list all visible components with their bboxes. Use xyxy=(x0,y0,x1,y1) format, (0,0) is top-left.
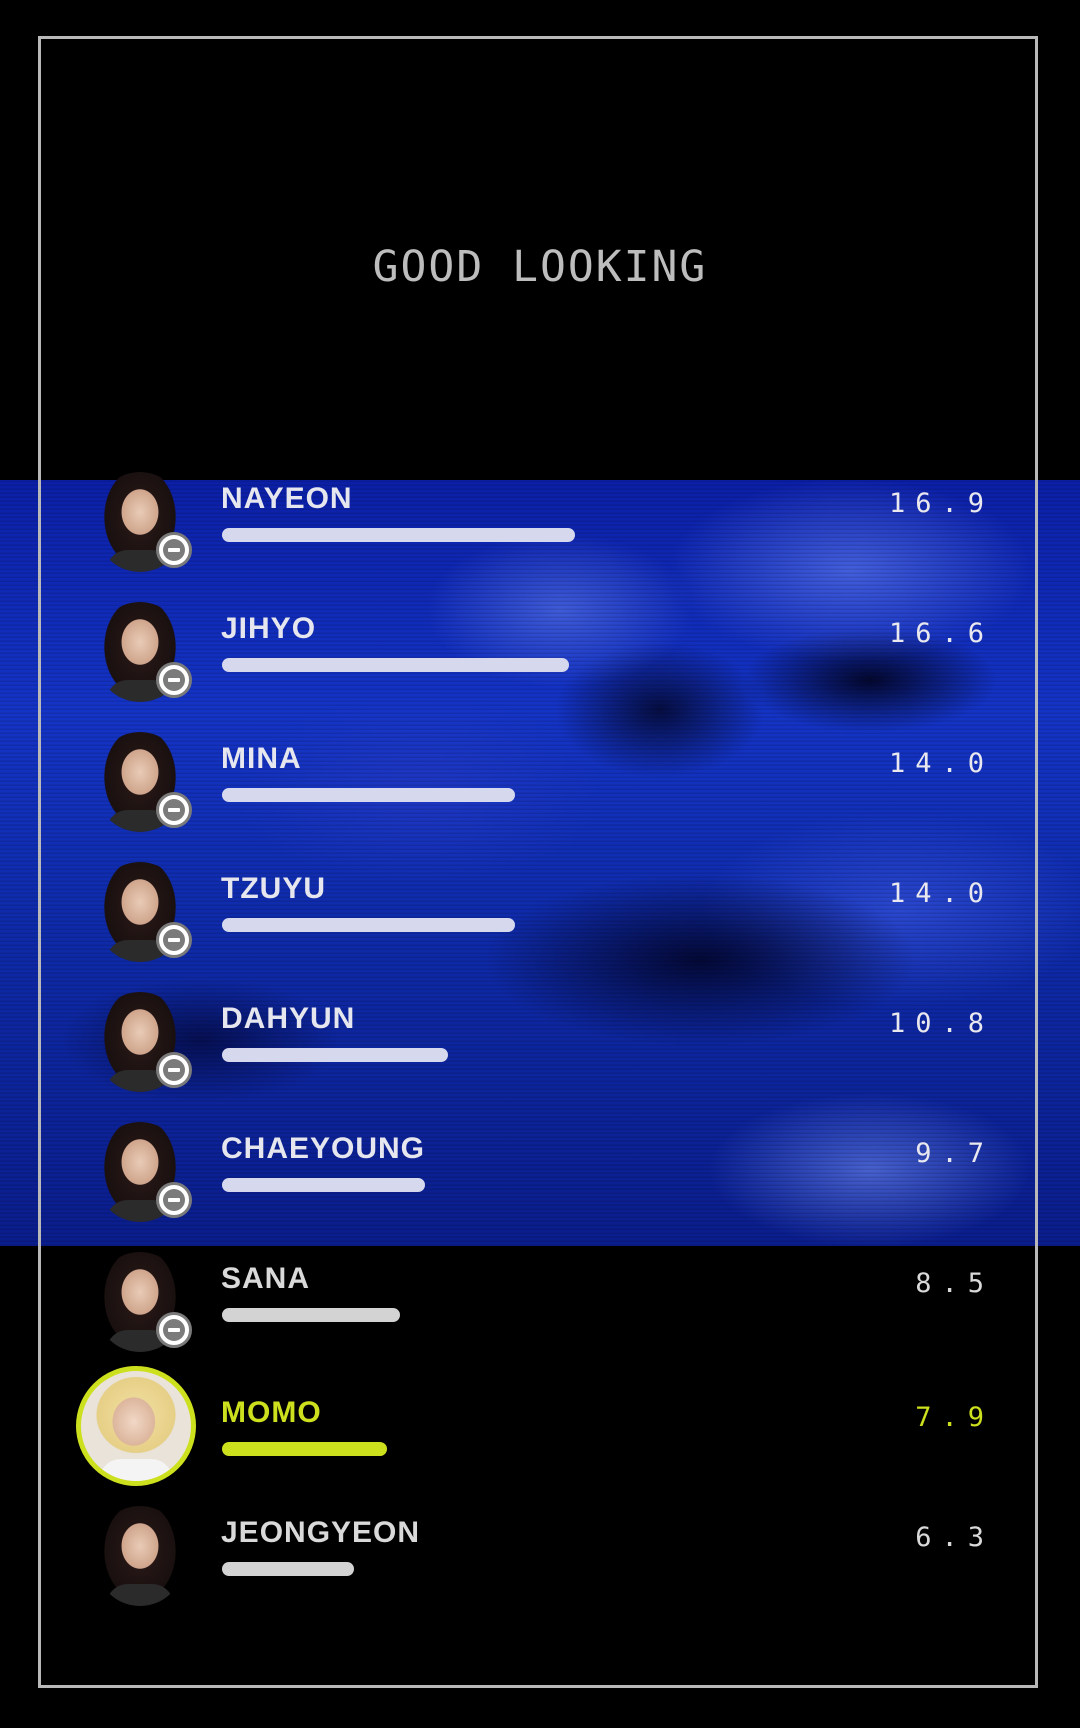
remove-icon[interactable] xyxy=(156,1312,192,1348)
member-score: 7.9 xyxy=(915,1402,994,1433)
score-bar xyxy=(222,1048,448,1062)
member-score: 14.0 xyxy=(888,878,994,909)
remove-icon[interactable] xyxy=(156,1182,192,1218)
member-score: 14.0 xyxy=(888,748,994,779)
remove-icon[interactable] xyxy=(156,922,192,958)
member-avatar xyxy=(96,1506,184,1606)
member-row-sana[interactable]: SANA 8.5 xyxy=(0,1250,1080,1360)
member-row-chaeyoung[interactable]: CHAEYOUNG 9.7 xyxy=(0,1120,1080,1230)
member-row-mina[interactable]: MINA 14.0 xyxy=(0,730,1080,840)
remove-icon[interactable] xyxy=(156,532,192,568)
remove-icon[interactable] xyxy=(156,1052,192,1088)
member-row-jihyo[interactable]: JIHYO 16.6 xyxy=(0,600,1080,710)
member-score: 16.9 xyxy=(888,488,994,519)
score-bar xyxy=(222,918,515,932)
member-row-dahyun[interactable]: DAHYUN 10.8 xyxy=(0,990,1080,1100)
score-bar xyxy=(222,788,515,802)
member-row-nayeon[interactable]: NAYEON 16.9 xyxy=(0,470,1080,580)
member-name: CHAEYOUNG xyxy=(221,1132,426,1165)
member-row-jeongyeon[interactable]: JEONGYEON 6.3 xyxy=(0,1504,1080,1614)
score-bar xyxy=(222,658,569,672)
member-score: 6.3 xyxy=(915,1522,994,1553)
member-name: DAHYUN xyxy=(221,1002,356,1035)
member-score: 8.5 xyxy=(915,1268,994,1299)
member-name: TZUYU xyxy=(221,872,326,905)
member-name: NAYEON xyxy=(221,482,353,515)
member-row-tzuyu[interactable]: TZUYU 14.0 xyxy=(0,860,1080,970)
member-score: 9.7 xyxy=(915,1138,994,1169)
score-bar xyxy=(222,1178,425,1192)
member-name: JIHYO xyxy=(221,612,317,645)
score-bar xyxy=(222,1442,387,1456)
remove-icon[interactable] xyxy=(156,662,192,698)
score-bar xyxy=(222,1308,400,1322)
member-name: SANA xyxy=(221,1262,311,1295)
member-name: MINA xyxy=(221,742,302,775)
score-bar xyxy=(222,528,575,542)
remove-icon[interactable] xyxy=(156,792,192,828)
member-name: MOMO xyxy=(221,1396,322,1429)
member-name: JEONGYEON xyxy=(221,1516,421,1549)
member-score: 10.8 xyxy=(888,1008,994,1039)
score-bar xyxy=(222,1562,354,1576)
member-row-momo-selected[interactable]: MOMO 7.9 xyxy=(0,1366,1080,1486)
member-avatar-selected xyxy=(76,1366,196,1486)
ranking-list: NAYEON 16.9 JIHYO 16.6 MINA 14.0 TZUYU 1… xyxy=(0,0,1080,1728)
member-score: 16.6 xyxy=(888,618,994,649)
